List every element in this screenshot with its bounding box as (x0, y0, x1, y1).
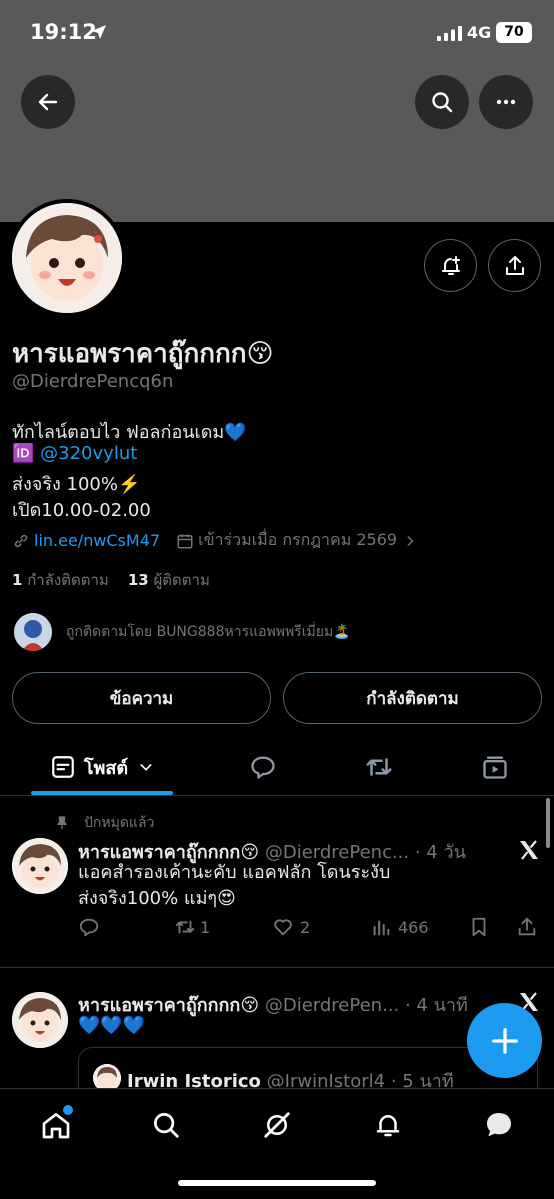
tweet-text-line: 💙💙💙 (78, 1015, 146, 1036)
battery-icon: 70 (496, 22, 532, 43)
link-icon (14, 534, 28, 547)
followed-by-avatar (14, 613, 52, 651)
bio-line-1: ทักไลน์ตอบไว ฟอลก่อนเดม💙 (12, 422, 247, 443)
bio-line-4: เปิด10.00-02.00 (12, 500, 151, 521)
chevron-down-icon (140, 764, 152, 771)
tab-reposts[interactable] (358, 738, 400, 796)
bookmark-icon (472, 917, 486, 937)
notify-button[interactable] (424, 239, 477, 292)
grok-icon (264, 1112, 290, 1138)
like-count: 2 (300, 917, 311, 937)
profile-name: หารแอพราคาถู๊กกกก😚 (12, 339, 274, 369)
share-tweet-button[interactable] (516, 916, 538, 938)
like-button[interactable]: 2 (272, 916, 310, 938)
tab-posts-label: โพสต์ (83, 757, 129, 779)
retweet-count: 1 (200, 917, 211, 937)
views-button[interactable]: 466 (370, 916, 429, 938)
more-button[interactable] (479, 75, 533, 129)
following-count-link[interactable]: 1 กำลังติดตาม (12, 571, 109, 589)
back-button[interactable] (21, 75, 75, 129)
profile-handle: @DierdrePencq6n (12, 371, 174, 392)
repost-icon (366, 758, 392, 776)
tab-posts[interactable]: โพสต์ (31, 738, 173, 796)
pinned-indicator: ปักหมุดแล้ว (54, 812, 154, 834)
message-button[interactable]: ข้อความ (12, 672, 271, 724)
retweet-button[interactable]: 1 (174, 916, 210, 938)
scrollbar[interactable] (546, 798, 550, 848)
chat-bubble-icon (487, 1113, 511, 1137)
home-notification-dot (63, 1105, 73, 1115)
bookmark-button[interactable] (468, 916, 490, 938)
plus-icon (491, 1027, 518, 1054)
share-icon (505, 255, 524, 275)
nav-grok[interactable] (257, 1105, 297, 1145)
follow-counts: 1 กำลังติดตาม 13 ผู้ติดตาม (12, 568, 210, 592)
followers-count-link[interactable]: 13 ผู้ติดตาม (128, 571, 210, 589)
nav-home[interactable] (36, 1105, 76, 1145)
nav-search[interactable] (146, 1105, 186, 1145)
joined-date: เข้าร่วมเมื่อ กรกฎาคม 2569 (198, 530, 398, 549)
tweet-avatar[interactable] (12, 838, 68, 894)
search-icon (154, 1113, 179, 1138)
tab-media[interactable] (474, 738, 516, 796)
status-bar: 19:12 4G 70 (0, 0, 554, 66)
tweet-divider (0, 967, 554, 968)
media-icon (483, 756, 507, 779)
followed-by-text: ถูกติดตามโดย BUNG888หารแอพพพรีเมี่ยม🏝️ (66, 624, 351, 640)
view-count: 466 (398, 917, 429, 937)
tab-active-indicator (31, 791, 173, 795)
more-horizontal-icon (496, 99, 516, 105)
pinned-label: ปักหมุดแล้ว (84, 815, 155, 831)
repost-icon (175, 920, 195, 934)
tab-replies[interactable] (242, 738, 284, 796)
bell-icon (376, 1115, 400, 1137)
search-button[interactable] (415, 75, 469, 129)
pin-icon (57, 816, 67, 829)
nav-notifications[interactable] (368, 1105, 408, 1145)
reply-icon (251, 756, 275, 779)
share-button[interactable] (488, 239, 541, 292)
arrow-left-icon (38, 93, 58, 111)
following-button[interactable]: กำลังติดตาม (283, 672, 542, 724)
x-logo-icon (520, 840, 538, 860)
id-badge-icon: 🆔 (12, 443, 35, 464)
bio-line-2: 🆔 @320vylut (12, 443, 137, 464)
compose-button[interactable] (467, 1003, 542, 1078)
tweet-actions: 1 2 466 (78, 916, 538, 946)
location-arrow-icon (92, 25, 106, 39)
profile-meta: lin.ee/nwCsM47 เข้าร่วมเมื่อ กรกฎาคม 256… (12, 528, 417, 553)
posts-icon (52, 756, 74, 778)
status-time: 19:12 (30, 20, 97, 44)
share-icon (518, 917, 536, 936)
chevron-right-icon[interactable] (403, 534, 417, 548)
calendar-icon (177, 533, 193, 548)
tweet-handle-time: @DierdrePen... · 4 นาที (264, 995, 468, 1016)
heart-icon (274, 919, 292, 936)
website-link[interactable]: lin.ee/nwCsM47 (34, 531, 160, 550)
tweet-text-line: แอคสำรองเค้านะคับ แอคฟลัก โดนระงับ (78, 862, 391, 883)
reply-button[interactable] (78, 916, 100, 938)
home-indicator (178, 1180, 376, 1186)
followed-by[interactable]: ถูกติดตามโดย BUNG888หารแอพพพรีเมี่ยม🏝️ (14, 613, 351, 651)
tweet-avatar[interactable] (12, 992, 68, 1048)
nav-messages[interactable] (479, 1105, 519, 1145)
views-chart-icon (373, 920, 390, 936)
bio-line-3: ส่งจริง 100%⚡️ (12, 474, 141, 495)
profile-avatar[interactable] (8, 199, 126, 317)
network-type: 4G (467, 23, 492, 42)
bio-mention-link[interactable]: @320vylut (40, 443, 137, 464)
search-icon (432, 92, 453, 113)
tweet-text-line: ส่งจริง100% แม่ๆ😍 (78, 888, 236, 909)
signal-icon (437, 26, 462, 41)
bell-plus-icon (441, 255, 460, 275)
reply-icon (79, 918, 99, 937)
profile-tabs: โพสต์ (0, 738, 554, 796)
avatar-image (12, 203, 122, 313)
